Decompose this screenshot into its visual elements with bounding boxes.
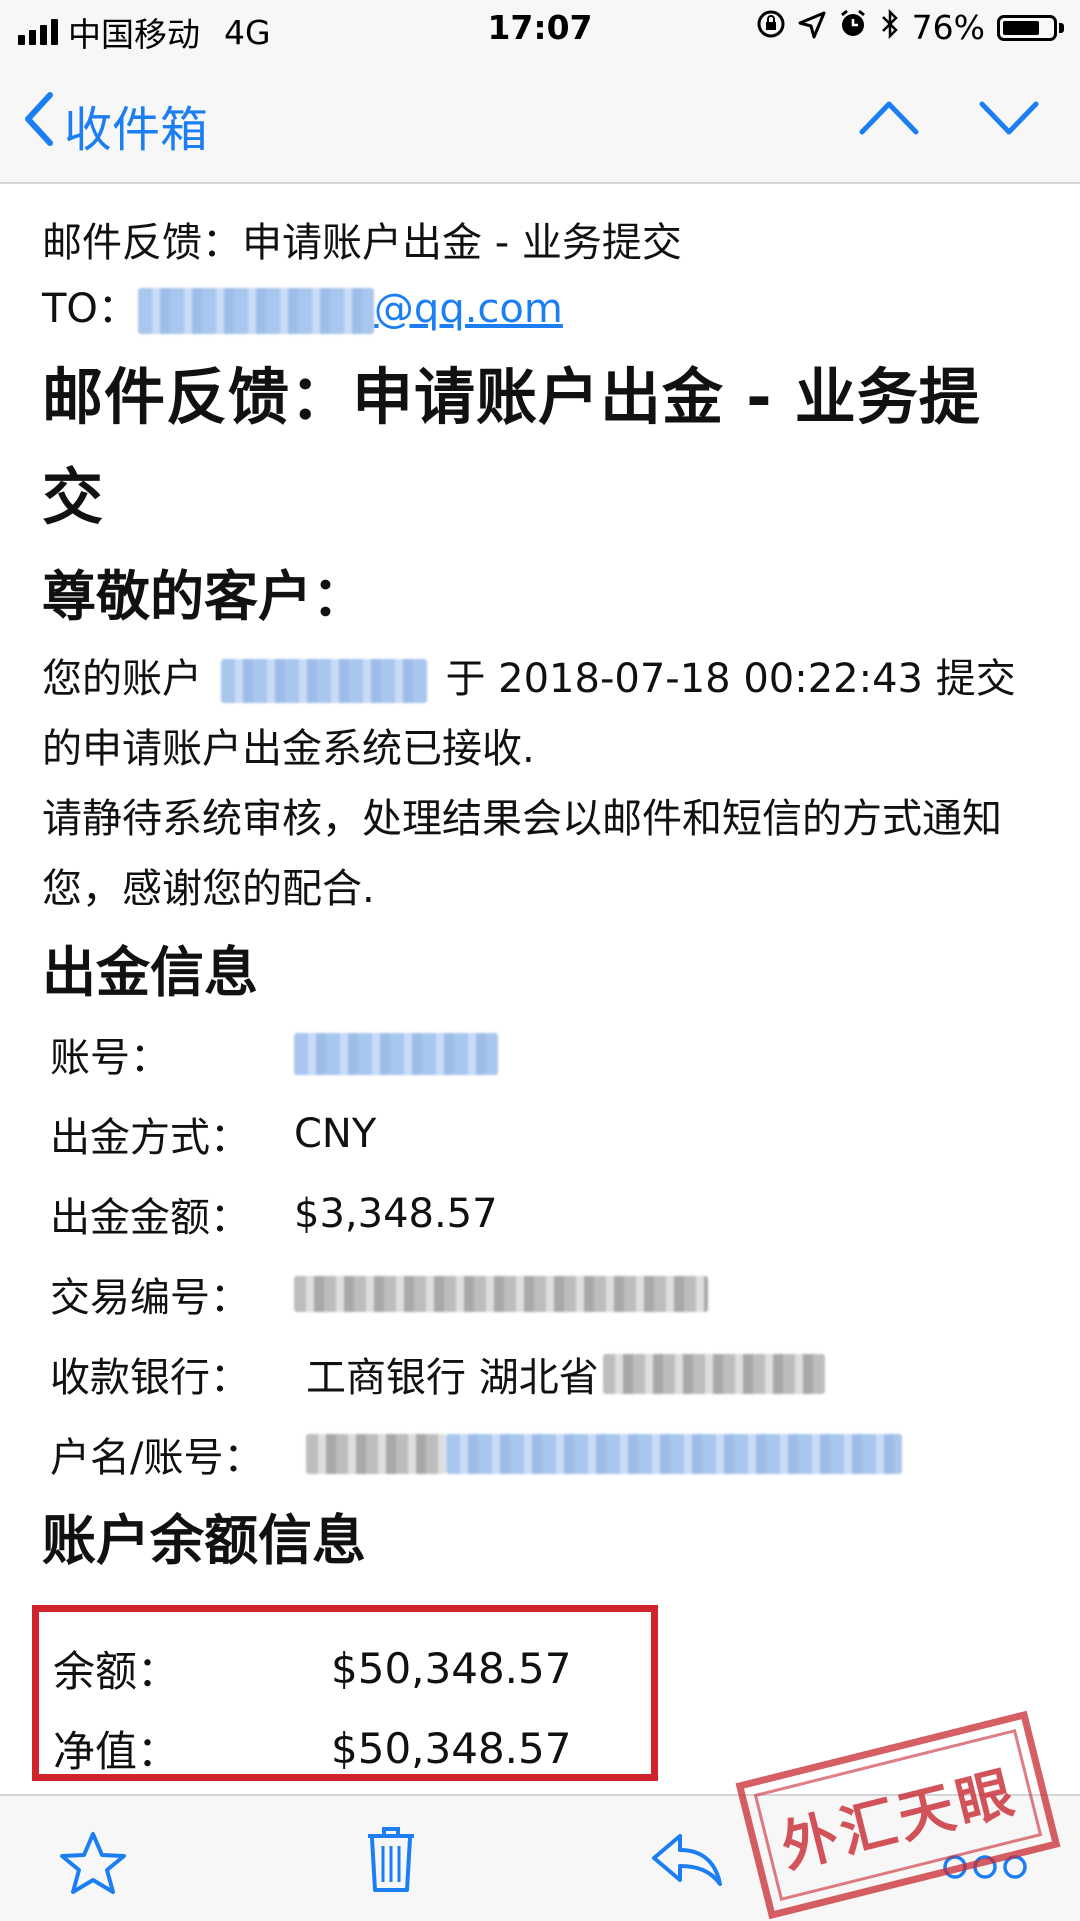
email-subject-line: 邮件反馈：申请账户出金 - 业务提交 (42, 220, 682, 266)
method-label: 出金方式： (50, 1115, 250, 1161)
equity-row: 净值： $50,348.57 (39, 1708, 651, 1788)
amount-label: 出金金额： (50, 1195, 250, 1241)
amount-value: $3,348.57 (294, 1191, 498, 1237)
email-heading: 邮件反馈：申请账户出金 - 业务提交 (42, 362, 981, 533)
previous-message-icon[interactable] (858, 98, 920, 142)
info-row-transaction: 交易编号： (42, 1254, 1042, 1334)
redacted-transaction-id (294, 1276, 708, 1312)
equity-label: 净值： (53, 1726, 180, 1776)
alarm-icon (838, 8, 868, 47)
transaction-label: 交易编号： (50, 1275, 250, 1321)
nav-bar: 收件箱 (0, 62, 1080, 184)
message-nav (858, 98, 1040, 142)
bank-value: 工商银行 湖北省 (306, 1355, 599, 1401)
lock-rotation-icon (756, 8, 786, 47)
back-label: 收件箱 (64, 102, 209, 158)
to-email-domain[interactable]: @qq.com (374, 286, 563, 332)
bluetooth-icon (880, 8, 900, 47)
more-icon[interactable] (940, 1852, 1030, 1886)
redacted-email-user (137, 288, 374, 334)
balance-section-title: 账户余额信息 (42, 1509, 366, 1572)
name-account-label: 户名/账号： (50, 1435, 264, 1481)
redacted-bank-account[interactable] (446, 1434, 902, 1474)
flag-star-icon[interactable] (58, 1830, 128, 1900)
trash-icon[interactable] (364, 1824, 418, 1898)
redacted-account-number[interactable] (220, 659, 427, 703)
withdraw-section-title: 出金信息 (42, 941, 258, 1004)
battery-percent: 76% (911, 8, 985, 47)
status-bar: 中国移动 4G 17:07 76% (0, 0, 1080, 62)
back-chevron-icon (22, 91, 56, 159)
info-row-amount: 出金金额： $3,348.57 (42, 1174, 1042, 1254)
back-button[interactable]: 收件箱 (22, 90, 208, 160)
bank-label: 收款银行： (50, 1355, 250, 1401)
method-value: CNY (294, 1111, 377, 1157)
balance-highlight-box: 余额： $50,348.57 净值： $50,348.57 (32, 1605, 658, 1781)
redacted-bank-branch (602, 1354, 825, 1394)
notice-paragraph-1: 您的账户 于 2018-07-18 00:22:43 提交的申请账户出金系统已接… (42, 644, 1042, 784)
info-row-bank: 收款银行： 工商银行 湖北省 (42, 1334, 1042, 1414)
balance-label: 余额： (53, 1646, 180, 1696)
balance-value: $50,348.57 (331, 1643, 572, 1693)
to-label: TO： (42, 286, 138, 332)
redacted-account-value[interactable] (294, 1033, 498, 1075)
equity-value: $50,348.57 (331, 1723, 572, 1773)
notice-paragraph-2: 请静待系统审核，处理结果会以邮件和短信的方式通知您，感谢您的配合. (42, 796, 1002, 912)
bottom-toolbar (0, 1794, 1080, 1921)
greeting: 尊敬的客户： (42, 565, 366, 628)
account-label: 账号： (50, 1035, 170, 1081)
next-message-icon[interactable] (978, 98, 1040, 142)
para1-prefix: 您的账户 (42, 656, 202, 702)
battery-icon (997, 14, 1064, 41)
status-right: 76% (756, 8, 1064, 47)
reply-icon[interactable] (650, 1832, 724, 1892)
redacted-holder-name (306, 1434, 446, 1474)
info-row-name-account: 户名/账号： (42, 1414, 1042, 1494)
info-row-method: 出金方式： CNY (42, 1094, 1042, 1174)
location-icon (798, 8, 826, 47)
info-row-account: 账号： (42, 1014, 1042, 1094)
balance-row: 余额： $50,348.57 (39, 1628, 651, 1708)
email-to-line: TO： @qq.com (42, 276, 1042, 342)
email-body: 邮件反馈：申请账户出金 - 业务提交 TO： @qq.com 邮件反馈：申请账户出… (42, 186, 1042, 1582)
